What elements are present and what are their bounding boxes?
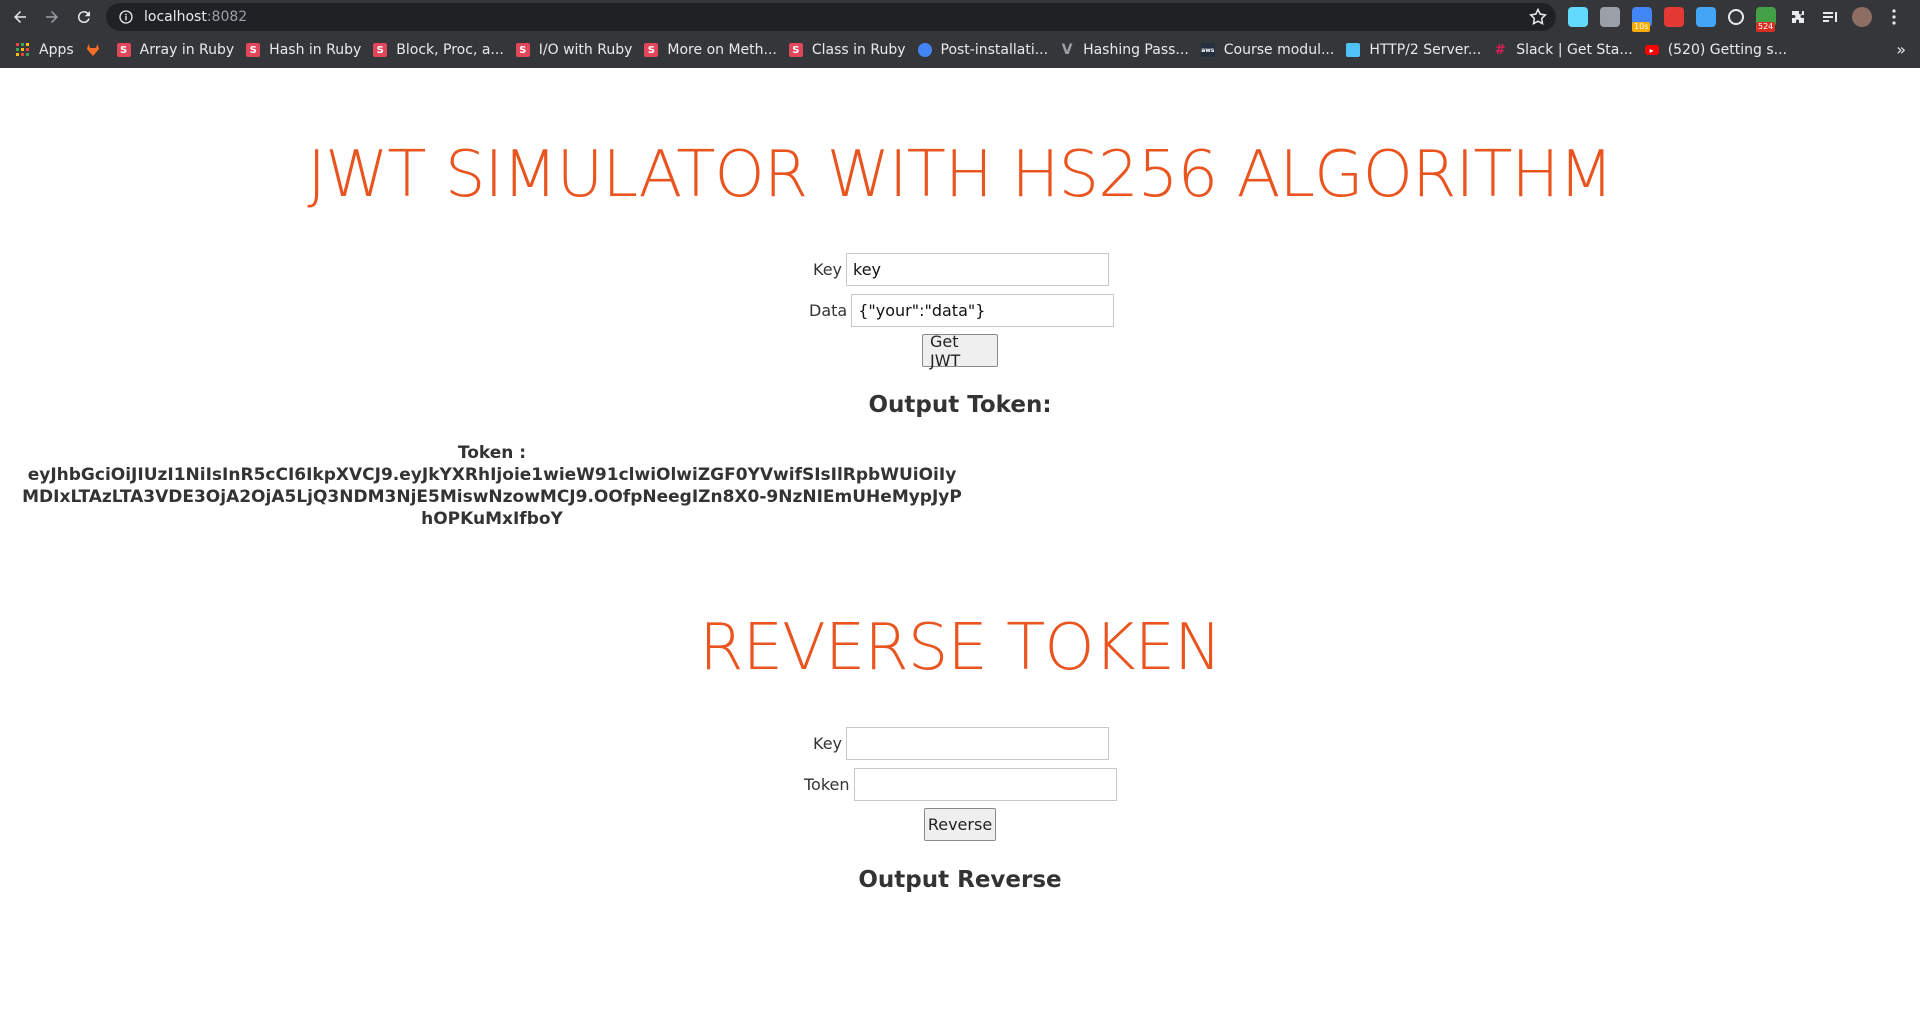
- bookmark-label: Hash in Ruby: [269, 42, 362, 58]
- s-favicon-icon: S: [116, 43, 131, 57]
- page-content: JWT SIMULATOR WITH HS256 ALGORITHM Key D…: [0, 68, 1920, 1018]
- bookmark-item[interactable]: S I/O with Ruby: [512, 36, 641, 64]
- bookmark-item[interactable]: S Array in Ruby: [113, 36, 243, 64]
- gitlab-icon: [86, 43, 100, 57]
- bookmark-item[interactable]: S Block, Proc, a...: [369, 36, 512, 64]
- token-output: Token : eyJhbGciOiJIUzI1NiIsInR5cCI6IkpX…: [22, 442, 962, 530]
- bookmark-item[interactable]: HTTP/2 Server...: [1342, 36, 1489, 64]
- bookmarks-bar: Apps S Array in Ruby S Hash in Ruby S Block, P…: [0, 36, 1920, 64]
- bookmark-item[interactable]: [82, 36, 113, 64]
- kebab-menu-icon[interactable]: [1884, 7, 1904, 27]
- globe-favicon-icon: [917, 43, 932, 57]
- bookmark-label: Course modul...: [1223, 42, 1335, 58]
- output-reverse-heading: Output Reverse: [858, 867, 1062, 893]
- site-info-icon[interactable]: [112, 3, 140, 31]
- s-favicon-icon: S: [644, 43, 659, 57]
- plane-extension-icon[interactable]: [1696, 7, 1716, 27]
- bookmark-label: Array in Ruby: [139, 42, 235, 58]
- token-value: eyJhbGciOiJIUzI1NiIsInR5cCI6IkpXVCJ9.eyJ…: [22, 465, 962, 529]
- reload-button[interactable]: [72, 5, 96, 29]
- reverse-token-input[interactable]: [853, 768, 1117, 801]
- bookmark-label: Class in Ruby: [811, 42, 906, 58]
- bookmark-label: (520) Getting s...: [1667, 42, 1787, 58]
- dice-extension-icon[interactable]: [1664, 7, 1684, 27]
- s-favicon-icon: S: [373, 43, 388, 57]
- forward-button[interactable]: [40, 5, 64, 29]
- profile-avatar-icon[interactable]: [1852, 7, 1872, 27]
- browser-toolbar: localhost:8082 10s 524: [0, 0, 1920, 34]
- arrow-right-icon: [46, 11, 58, 23]
- bookmark-item[interactable]: # Slack | Get Sta...: [1489, 36, 1640, 64]
- url-port: :8082: [206, 9, 248, 25]
- reverse-token-title: REVERSE TOKEN: [699, 611, 1222, 685]
- calendar-extension-icon[interactable]: 10s: [1632, 7, 1652, 32]
- bookmark-label: Hashing Pass...: [1083, 42, 1189, 58]
- bookmark-label: Block, Proc, a...: [396, 42, 504, 58]
- jwt-data-row: Data: [809, 294, 1115, 327]
- reverse-key-row: Key: [813, 727, 1110, 760]
- s-favicon-icon: S: [246, 43, 261, 57]
- s-favicon-icon: S: [788, 43, 803, 57]
- arrow-left-icon: [14, 11, 26, 23]
- puzzle-extension-icon[interactable]: [1788, 7, 1808, 27]
- jwt-data-input[interactable]: [851, 294, 1115, 327]
- get-jwt-button[interactable]: Get JWT: [922, 332, 998, 370]
- bookmark-item[interactable]: Post-installati...: [914, 36, 1057, 64]
- green-extension-icon[interactable]: 524: [1756, 7, 1776, 32]
- jwt-key-input[interactable]: [846, 253, 1110, 286]
- reading-list-icon[interactable]: [1820, 7, 1840, 27]
- jwt-key-row: Key: [813, 253, 1110, 286]
- s-favicon-icon: S: [515, 43, 530, 57]
- aws-favicon-icon: aws: [1200, 43, 1215, 57]
- bookmark-item[interactable]: Apps: [12, 36, 82, 64]
- output-token-heading: Output Token:: [868, 392, 1052, 418]
- bookmark-item[interactable]: V Hashing Pass...: [1056, 36, 1197, 64]
- jwt-key-label: Key: [813, 260, 843, 279]
- react-extension-icon[interactable]: [1568, 7, 1588, 27]
- extension-badge: 524: [1756, 22, 1776, 32]
- bookmark-label: More on Meth...: [667, 42, 777, 58]
- w-extension-icon[interactable]: [1728, 9, 1744, 25]
- v-favicon-icon: V: [1061, 42, 1073, 58]
- back-button[interactable]: [8, 5, 32, 29]
- reverse-token-label: Token: [804, 775, 850, 794]
- bookmark-item[interactable]: aws Course modul...: [1197, 36, 1343, 64]
- doc-favicon-icon: [1346, 43, 1361, 57]
- browser-chrome: localhost:8082 10s 524 Apps S Array in Ruby…: [0, 0, 1920, 68]
- reload-icon: [77, 11, 90, 24]
- bookmark-label: Slack | Get Sta...: [1516, 42, 1633, 58]
- address-bar[interactable]: localhost:8082: [106, 3, 1556, 31]
- slack-favicon-icon: #: [1494, 42, 1506, 58]
- bookmark-label: Apps: [39, 42, 74, 58]
- cloud-extension-icon[interactable]: [1600, 7, 1620, 27]
- reverse-token-row: Token: [804, 768, 1117, 801]
- jwt-data-label: Data: [809, 301, 848, 320]
- bookmark-item[interactable]: ▸ (520) Getting s...: [1641, 36, 1795, 64]
- youtube-favicon-icon: ▸: [1644, 45, 1659, 55]
- apps-grid-icon: [16, 43, 30, 57]
- bookmark-label: Post-installati...: [940, 42, 1049, 58]
- url-text: localhost:8082: [144, 9, 247, 25]
- url-host: localhost: [144, 9, 207, 25]
- extensions-bar: 10s 524: [1562, 4, 1910, 32]
- bookmark-item[interactable]: S Hash in Ruby: [242, 36, 369, 64]
- extension-badge: 10s: [1632, 22, 1651, 32]
- token-label: Token :: [457, 443, 527, 463]
- bookmark-label: HTTP/2 Server...: [1369, 42, 1482, 58]
- bookmark-star-icon[interactable]: [1528, 7, 1548, 27]
- reverse-key-input[interactable]: [846, 727, 1110, 760]
- jwt-simulator-title: JWT SIMULATOR WITH HS256 ALGORITHM: [307, 138, 1614, 212]
- reverse-button[interactable]: Reverse: [924, 808, 996, 841]
- bookmark-item[interactable]: S More on Meth...: [640, 36, 784, 64]
- bookmark-label: I/O with Ruby: [538, 42, 633, 58]
- bookmark-item[interactable]: S Class in Ruby: [785, 36, 914, 64]
- reverse-key-label: Key: [813, 734, 843, 753]
- more-bookmarks-button[interactable]: »: [1896, 36, 1906, 64]
